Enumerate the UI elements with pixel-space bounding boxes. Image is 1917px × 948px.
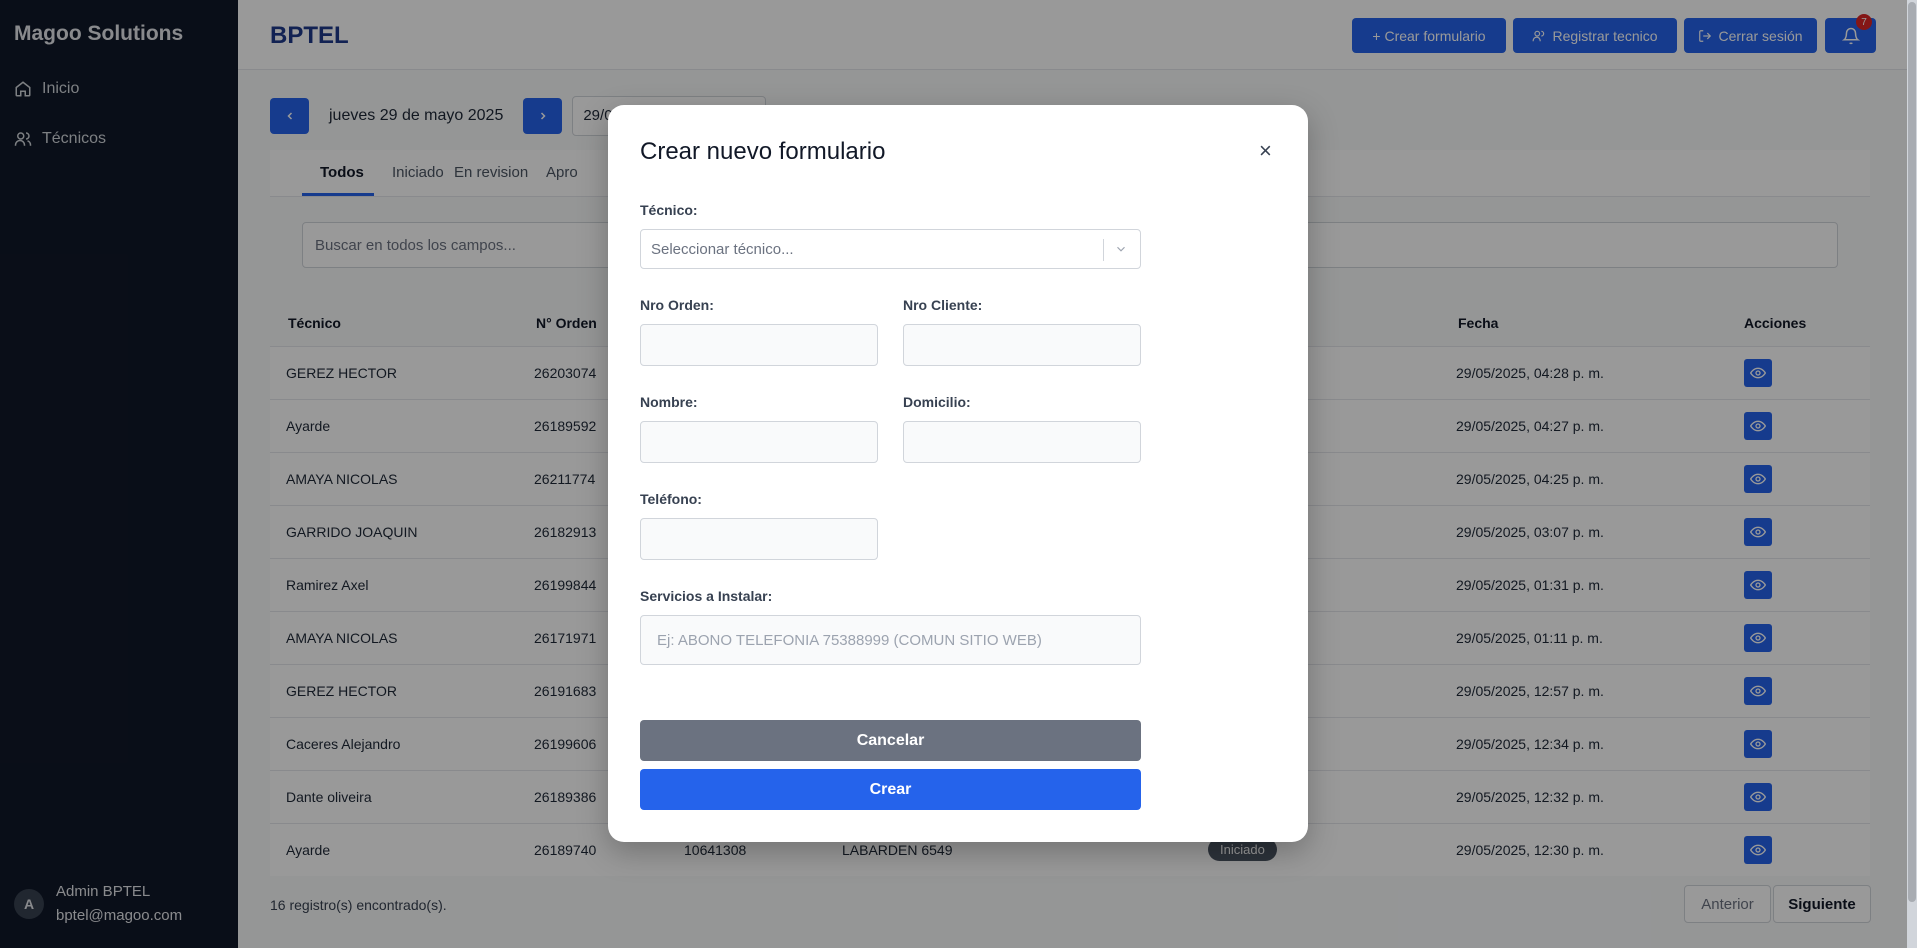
servicios-label: Servicios a Instalar: — [640, 588, 773, 604]
chevron-down-icon — [1117, 246, 1125, 252]
cancel-button[interactable]: Cancelar — [640, 720, 1141, 761]
telefono-input[interactable] — [640, 518, 878, 560]
create-button[interactable]: Crear — [640, 769, 1141, 810]
servicios-input[interactable]: Ej: ABONO TELEFONIA 75388999 (COMUN SITI… — [640, 615, 1141, 665]
tecnico-select[interactable]: Seleccionar técnico... — [640, 229, 1141, 269]
nombre-label: Nombre: — [640, 394, 698, 410]
domicilio-label: Domicilio: — [903, 394, 971, 410]
tecnico-select-placeholder: Seleccionar técnico... — [651, 240, 794, 258]
nombre-input[interactable] — [640, 421, 878, 463]
telefono-label: Teléfono: — [640, 491, 702, 507]
domicilio-input[interactable] — [903, 421, 1141, 463]
scrollbar[interactable] — [1907, 0, 1917, 948]
tecnico-label: Técnico: — [640, 202, 698, 218]
nro-cliente-input[interactable] — [903, 324, 1141, 366]
select-separator — [1103, 239, 1104, 261]
nro-orden-label: Nro Orden: — [640, 297, 714, 313]
nro-orden-input[interactable] — [640, 324, 878, 366]
modal-title: Crear nuevo formulario — [640, 138, 886, 165]
close-icon[interactable]: × — [1259, 140, 1272, 162]
scrollbar-thumb[interactable] — [1908, 2, 1916, 902]
create-form-modal: Crear nuevo formulario × Técnico: Selecc… — [608, 105, 1308, 842]
nro-cliente-label: Nro Cliente: — [903, 297, 983, 313]
